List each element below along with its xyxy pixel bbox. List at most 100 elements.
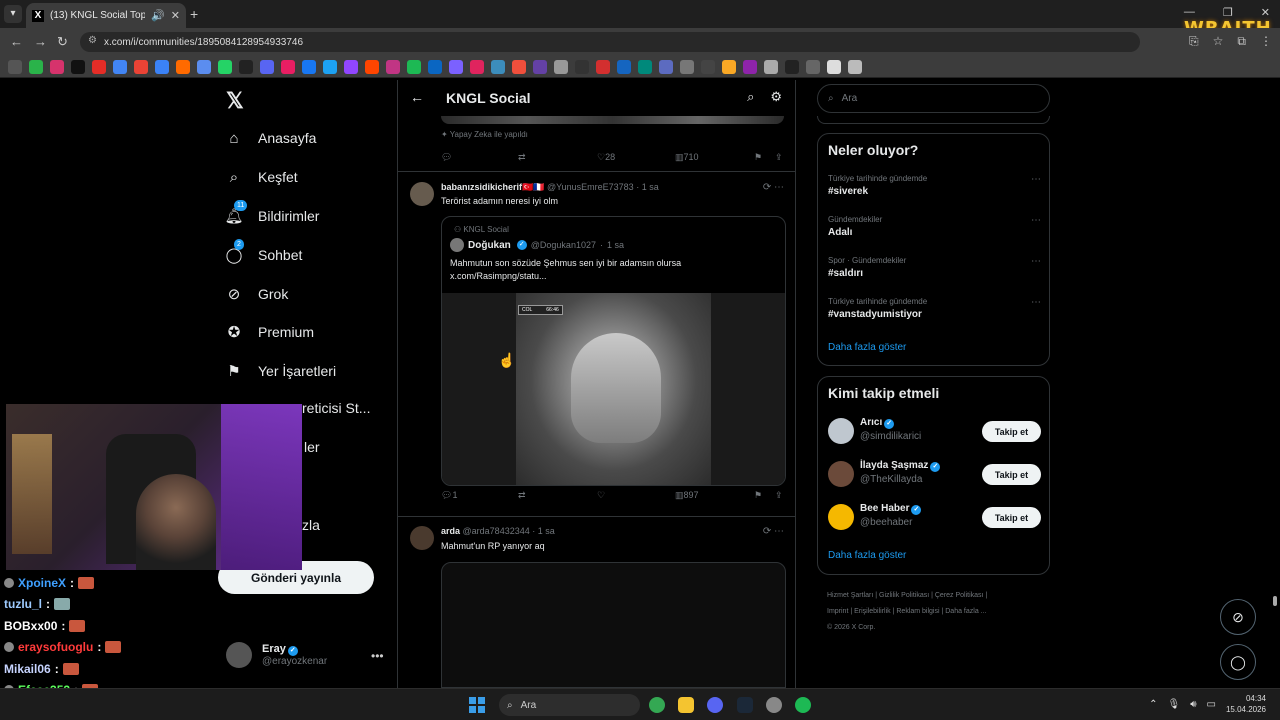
share-icon[interactable]: ⇪: [775, 152, 783, 163]
discord-icon[interactable]: [707, 697, 723, 713]
show-more-link[interactable]: Daha fazla göster: [828, 550, 906, 561]
browser-tab[interactable]: X (13) KNGL Social Topluluk / 🔊 ✕: [26, 3, 186, 28]
bookmark-icon[interactable]: [554, 59, 568, 74]
star-icon[interactable]: ☆: [1213, 34, 1224, 49]
extension-icon[interactable]: ⧉: [1237, 34, 1246, 49]
steam-icon[interactable]: [737, 697, 753, 713]
spotify-icon[interactable]: [795, 697, 811, 713]
network-icon[interactable]: ▭: [1207, 699, 1216, 710]
bookmark-icon[interactable]: [113, 59, 127, 74]
account-switcher[interactable]: Eray ✓ @erayozkenar •••: [226, 642, 386, 668]
new-tab-button[interactable]: +: [190, 6, 198, 22]
tab-close-icon[interactable]: ✕: [171, 9, 180, 22]
nav-item-home[interactable]: ⌂ Anasayfa: [224, 128, 316, 148]
more-icon[interactable]: ⋯: [1031, 215, 1041, 226]
apps-icon[interactable]: [8, 59, 22, 74]
bookmark-icon[interactable]: [302, 59, 316, 74]
bookmark-icon[interactable]: [323, 59, 337, 74]
like-button[interactable]: ♡ 28: [597, 152, 615, 163]
volume-icon[interactable]: 🔊︎: [1190, 699, 1196, 710]
bookmark-icon[interactable]: [512, 59, 526, 74]
follow-suggestion[interactable]: İlayda Şaşmaz ✓ @TheKillayda Takip et: [828, 459, 1041, 489]
share-icon[interactable]: ⇪: [775, 490, 783, 501]
bookmark-icon[interactable]: [50, 59, 64, 74]
menu-icon[interactable]: ⋮: [1260, 34, 1272, 49]
nav-item-partial[interactable]: reticisi St...: [302, 400, 370, 416]
bookmark-icon[interactable]: [491, 59, 505, 74]
more-icon[interactable]: ⋯: [1031, 297, 1041, 308]
follow-button[interactable]: Takip et: [982, 421, 1041, 442]
show-more-link[interactable]: Daha fazla göster: [828, 342, 906, 353]
bookmark-icon[interactable]: [806, 59, 820, 74]
x-logo-icon[interactable]: 𝕏: [226, 88, 244, 114]
reply-icon[interactable]: 💬︎: [441, 152, 452, 163]
bookmark-icon[interactable]: ⚑: [754, 490, 762, 501]
avatar[interactable]: [410, 182, 434, 206]
bookmark-icon[interactable]: [470, 59, 484, 74]
follow-button[interactable]: Takip et: [982, 507, 1041, 528]
more-icon[interactable]: •••: [371, 649, 384, 663]
trend-item[interactable]: Türkiye tarihinde gündemde #siverek ⋯: [828, 174, 1041, 197]
chrome-icon[interactable]: [649, 697, 665, 713]
nav-item-partial[interactable]: ler: [304, 439, 320, 455]
folder-icon[interactable]: [678, 697, 694, 713]
bookmark-icon[interactable]: [29, 59, 43, 74]
tweet-time[interactable]: 1 sa: [642, 182, 659, 192]
avatar[interactable]: [828, 461, 854, 487]
bookmark-icon[interactable]: [449, 59, 463, 74]
trend-item[interactable]: Gündemdekiler Adalı ⋯: [828, 215, 1041, 238]
bookmark-icon[interactable]: [134, 59, 148, 74]
bookmark-icon[interactable]: [827, 59, 841, 74]
taskbar-search[interactable]: ⌕ Ara: [499, 694, 640, 716]
bookmark-icon[interactable]: [680, 59, 694, 74]
repost-icon[interactable]: ⇄: [518, 152, 526, 163]
nav-item-explore[interactable]: ⌕ Keşfet: [224, 167, 298, 187]
tweet-media[interactable]: [441, 562, 786, 688]
bookmark-icon[interactable]: [155, 59, 169, 74]
tab-list-button[interactable]: ▾: [4, 5, 22, 23]
bookmark-icon[interactable]: [575, 59, 589, 74]
more-icon[interactable]: ⟳ ⋯: [763, 526, 784, 537]
previous-post-image[interactable]: [441, 116, 784, 124]
chevron-up-icon[interactable]: ⌃: [1149, 699, 1157, 710]
nav-item-notifications[interactable]: 🔔︎ 11 Bildirimler: [224, 200, 319, 226]
search-icon[interactable]: ⌕: [747, 89, 754, 105]
author-name[interactable]: babanızsidikicherif: [441, 182, 522, 192]
nav-item-premium[interactable]: ✪ Premium: [224, 322, 314, 342]
follow-suggestion[interactable]: Bee Haber ✓ @beehaber Takip et: [828, 502, 1041, 532]
bookmark-icon[interactable]: [260, 59, 274, 74]
bookmark-icon[interactable]: [596, 59, 610, 74]
tweet[interactable]: babanızsidikicherif🇹🇷🇫🇷 @YunusEmreE73783…: [398, 172, 796, 516]
nav-item-grok[interactable]: ⊘ Grok: [224, 284, 289, 304]
like-icon[interactable]: ♡: [597, 490, 605, 501]
bookmark-icon[interactable]: [176, 59, 190, 74]
bookmark-icon[interactable]: [764, 59, 778, 74]
bookmark-icon[interactable]: ⚑: [754, 152, 762, 163]
views-button[interactable]: ▥ 897: [675, 490, 699, 501]
back-arrow-icon[interactable]: ←: [410, 89, 424, 105]
quoted-media[interactable]: COL 66:46: [442, 293, 785, 485]
bookmark-icon[interactable]: [785, 59, 799, 74]
bookmark-icon[interactable]: [92, 59, 106, 74]
bookmark-icon[interactable]: [239, 59, 253, 74]
windows-start-icon[interactable]: [469, 697, 485, 713]
more-icon[interactable]: ⋯: [1031, 256, 1041, 267]
back-icon[interactable]: ←: [10, 34, 23, 49]
bookmark-icon[interactable]: [218, 59, 232, 74]
scrollbar-thumb[interactable]: [1273, 596, 1277, 606]
more-icon[interactable]: ⋯: [1031, 174, 1041, 185]
install-icon[interactable]: ⎘: [1189, 34, 1199, 49]
author-handle[interactable]: @arda78432344: [463, 526, 530, 536]
search-input[interactable]: ⌕ Ara: [817, 84, 1050, 113]
bookmark-icon[interactable]: [617, 59, 631, 74]
nav-item-bookmarks[interactable]: ⚑ Yer İşaretleri: [224, 361, 336, 381]
follow-suggestion[interactable]: Arıcı ✓ @simdilikarici Takip et: [828, 416, 1041, 446]
bookmark-icon[interactable]: [848, 59, 862, 74]
bookmark-icon[interactable]: [281, 59, 295, 74]
bookmark-icon[interactable]: [533, 59, 547, 74]
clock[interactable]: 04:34 15.04.2026: [1226, 693, 1266, 715]
quoted-tweet[interactable]: ⚇ KNGL Social Doğukan ✓ @Dogukan1027 · 1 …: [441, 216, 786, 486]
url-field[interactable]: ⚙ x.com/i/communities/189508412895493374…: [80, 32, 1140, 52]
bookmark-icon[interactable]: [344, 59, 358, 74]
app-icon[interactable]: [766, 697, 782, 713]
